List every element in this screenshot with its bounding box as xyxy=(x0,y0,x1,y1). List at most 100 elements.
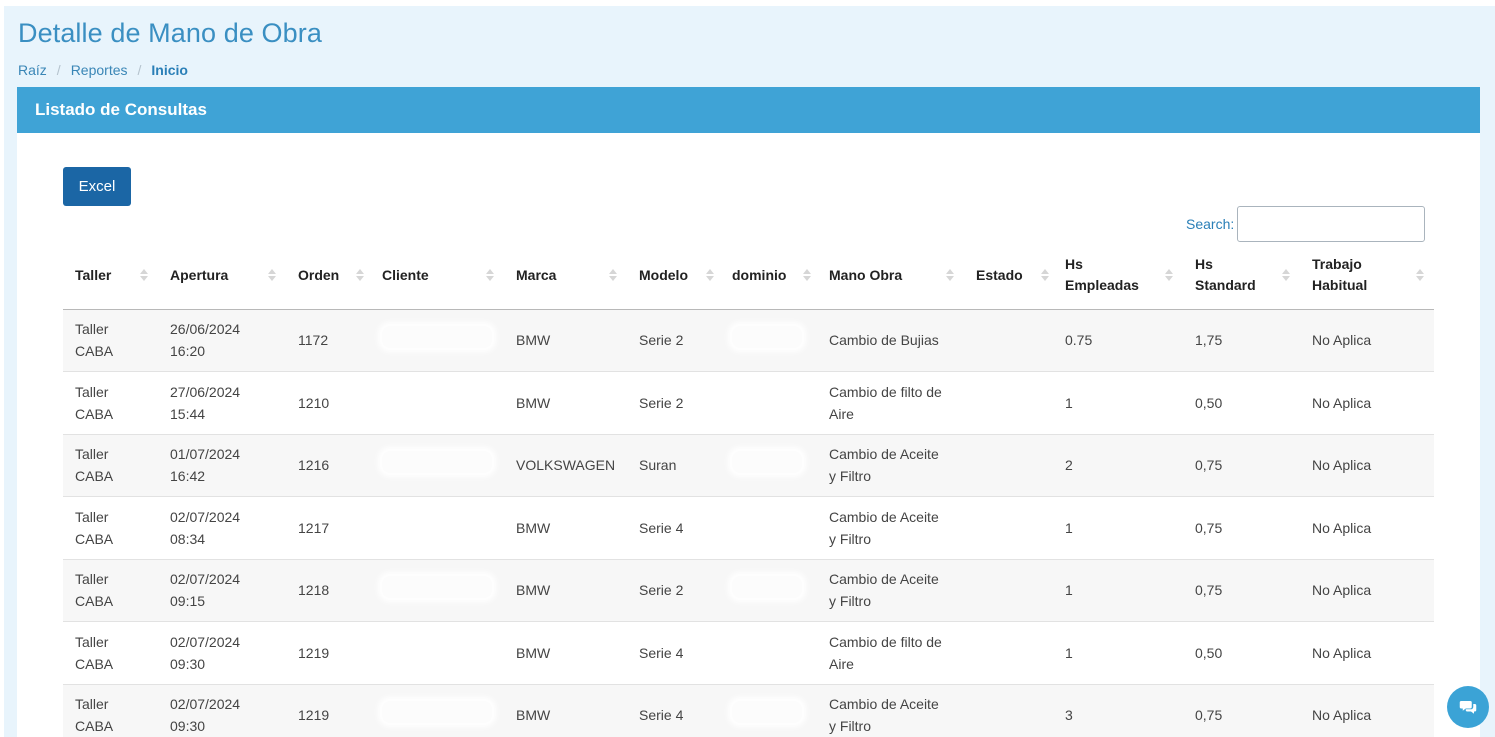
cell-text: Taller xyxy=(75,633,109,650)
panel-header: Listado de Consultas xyxy=(17,87,1480,133)
cell-hs-empleadas: 1 xyxy=(1053,371,1183,435)
cell-text: Aire xyxy=(829,405,854,422)
redacted-value xyxy=(382,576,492,599)
redacted-value xyxy=(732,701,802,724)
cell-mano-obra: Cambio de Aceite y Filtro xyxy=(817,496,964,560)
cell-text: 02/07/2024 xyxy=(170,633,241,650)
breadcrumb-item-root[interactable]: Raíz xyxy=(18,62,47,78)
cell-text: 02/07/2024 xyxy=(170,696,241,713)
sort-icon[interactable] xyxy=(1041,267,1049,283)
redacted-value xyxy=(732,513,802,536)
consultas-panel: Listado de Consultas Excel Search: Talle… xyxy=(17,87,1480,737)
cell-mano-obra: Cambio de Aceite y Filtro xyxy=(817,559,964,622)
redacted-value xyxy=(732,576,802,599)
sort-icon[interactable] xyxy=(140,267,148,283)
column-header-taller[interactable]: Taller xyxy=(63,242,158,310)
cell-hs-empleadas: 1 xyxy=(1053,559,1183,622)
sort-icon[interactable] xyxy=(1282,267,1290,283)
cell-trabajo-habitual: No Aplica xyxy=(1300,434,1434,497)
table-row[interactable]: Taller CABA 26/06/2024 16:20 1172 BMW Serie 2 C… xyxy=(63,309,1434,372)
cell-text: CABA xyxy=(75,655,114,672)
cell-text: Taller xyxy=(75,696,109,713)
search-input[interactable] xyxy=(1237,206,1426,242)
cell-marca: BMW xyxy=(504,371,627,435)
cell-marca: BMW xyxy=(504,496,627,560)
sort-icon[interactable] xyxy=(486,267,494,283)
cell-marca: BMW xyxy=(504,309,627,372)
cell-text: 26/06/2024 xyxy=(170,321,241,338)
cell-modelo: Serie 4 xyxy=(627,496,720,560)
column-header-label: Hs xyxy=(1195,256,1213,273)
breadcrumb-separator: / xyxy=(137,62,142,78)
table-row[interactable]: Taller CABA 02/07/2024 09:15 1218 BMW Serie 2 C… xyxy=(63,559,1434,622)
column-header-estado[interactable]: Estado xyxy=(964,242,1053,310)
cell-text: y Filtro xyxy=(829,530,871,547)
cell-taller: Taller CABA xyxy=(63,621,158,685)
cell-estado xyxy=(964,371,1053,435)
table-row[interactable]: Taller CABA 01/07/2024 16:42 1216 VOLKSWAGEN S… xyxy=(63,434,1434,497)
cell-text: Cambio de Aceite xyxy=(829,508,939,525)
cell-text: 16:20 xyxy=(170,343,206,360)
cell-marca: BMW xyxy=(504,559,627,622)
column-header-trabajo-habitual[interactable]: Trabajo Habitual xyxy=(1300,242,1434,310)
chat-icon xyxy=(1459,701,1477,714)
sort-icon[interactable] xyxy=(1165,267,1173,283)
column-header-hs-standard[interactable]: Hs Standard xyxy=(1183,242,1300,310)
table-row[interactable]: Taller CABA 27/06/2024 15:44 1210 BMW Serie 2 C… xyxy=(63,371,1434,435)
sort-icon[interactable] xyxy=(946,267,954,283)
page-title: Detalle de Mano de Obra xyxy=(18,18,322,48)
cell-text: y Filtro xyxy=(829,593,871,610)
column-header-orden[interactable]: Orden xyxy=(286,242,370,310)
cell-trabajo-habitual: No Aplica xyxy=(1300,309,1434,372)
chat-button[interactable] xyxy=(1447,686,1489,728)
sort-icon[interactable] xyxy=(268,267,276,283)
search-box: Search: xyxy=(1186,206,1426,242)
cell-hs-empleadas: 0.75 xyxy=(1053,309,1183,372)
cell-dominio xyxy=(720,621,817,685)
sort-icon[interactable] xyxy=(356,267,364,283)
column-header-dominio[interactable]: dominio xyxy=(720,242,817,310)
cell-text: 09:15 xyxy=(170,593,206,610)
redacted-value xyxy=(382,701,492,724)
cell-orden: 1216 xyxy=(286,434,370,497)
cell-dominio xyxy=(720,371,817,435)
cell-taller: Taller CABA xyxy=(63,684,158,737)
cell-apertura: 02/07/2024 08:34 xyxy=(158,496,286,560)
excel-export-button[interactable]: Excel xyxy=(63,167,131,206)
column-header-mano-obra[interactable]: Mano Obra xyxy=(817,242,964,310)
cell-modelo: Serie 4 xyxy=(627,684,720,737)
table-row[interactable]: Taller CABA 02/07/2024 08:34 1217 BMW Serie 4 C… xyxy=(63,496,1434,560)
cell-taller: Taller CABA xyxy=(63,559,158,622)
cell-trabajo-habitual: No Aplica xyxy=(1300,559,1434,622)
cell-text: Taller xyxy=(75,383,109,400)
cell-text: 16:42 xyxy=(170,468,206,485)
redacted-value xyxy=(732,326,802,349)
column-header-apertura[interactable]: Apertura xyxy=(158,242,286,310)
table-row[interactable]: Taller CABA 02/07/2024 09:30 1219 BMW Serie 4 C… xyxy=(63,621,1434,685)
cell-hs-standard: 0,75 xyxy=(1183,496,1300,560)
cell-trabajo-habitual: No Aplica xyxy=(1300,371,1434,435)
column-header-hs-empleadas[interactable]: Hs Empleadas xyxy=(1053,242,1183,310)
table-row[interactable]: Taller CABA 02/07/2024 09:30 1219 BMW Serie 4 C… xyxy=(63,684,1434,737)
cell-estado xyxy=(964,559,1053,622)
cell-hs-standard: 0,75 xyxy=(1183,434,1300,497)
cell-trabajo-habitual: No Aplica xyxy=(1300,496,1434,560)
column-header-label: Cliente xyxy=(382,266,429,283)
cell-estado xyxy=(964,496,1053,560)
sort-icon[interactable] xyxy=(706,267,714,283)
sort-icon[interactable] xyxy=(1416,267,1424,283)
redacted-value xyxy=(732,451,802,474)
column-header-modelo[interactable]: Modelo xyxy=(627,242,720,310)
cell-orden: 1217 xyxy=(286,496,370,560)
column-header-cliente[interactable]: Cliente xyxy=(370,242,504,310)
column-header-marca[interactable]: Marca xyxy=(504,242,627,310)
sort-icon[interactable] xyxy=(803,267,811,283)
cell-modelo: Serie 2 xyxy=(627,371,720,435)
cell-text: 15:44 xyxy=(170,405,206,422)
cell-text: Aire xyxy=(829,655,854,672)
cell-apertura: 02/07/2024 09:30 xyxy=(158,684,286,737)
cell-hs-standard: 0,75 xyxy=(1183,684,1300,737)
redacted-value xyxy=(382,513,492,536)
breadcrumb-item-reports[interactable]: Reportes xyxy=(71,62,128,78)
sort-icon[interactable] xyxy=(609,267,617,283)
